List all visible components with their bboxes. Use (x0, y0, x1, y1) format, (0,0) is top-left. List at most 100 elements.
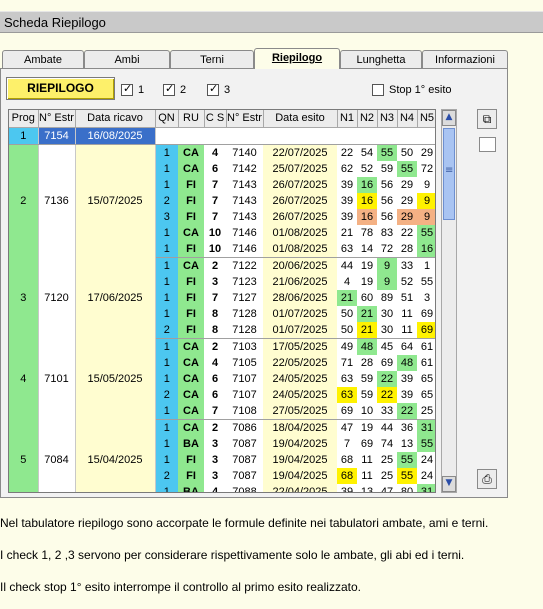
cell-number[interactable]: 49 (337, 338, 357, 355)
cell-ru[interactable]: CA (178, 224, 204, 241)
cell-cs[interactable]: 4 (204, 354, 226, 371)
cell-number[interactable]: 68 (337, 467, 357, 484)
cell-de[interactable]: 19/04/2025 (263, 435, 337, 452)
cell-ru[interactable]: FI (178, 305, 204, 322)
cell-number[interactable]: 28 (357, 354, 377, 371)
cell-prog[interactable]: 5 (9, 419, 39, 492)
cell-qn[interactable]: 1 (155, 419, 178, 436)
cell-number[interactable]: 9 (417, 192, 435, 209)
check-3[interactable]: 3 (207, 82, 230, 97)
cell-ne[interactable]: 7143 (226, 192, 263, 209)
cell-ne[interactable]: 7088 (226, 483, 263, 492)
cell-number[interactable]: 83 (377, 224, 397, 241)
cell-ru[interactable]: FI (178, 208, 204, 225)
cell-ru[interactable]: FI (178, 451, 204, 468)
cell-cs[interactable]: 2 (204, 257, 226, 274)
cell-qn[interactable]: 2 (155, 321, 178, 339)
cell-cs[interactable]: 4 (204, 483, 226, 492)
checkbox-1[interactable] (121, 82, 133, 96)
cell-number[interactable]: 21 (357, 305, 377, 322)
cell-number[interactable]: 13 (357, 483, 377, 492)
cell-cs[interactable]: 10 (204, 224, 226, 241)
column-header[interactable]: N5 (417, 110, 435, 128)
cell-number[interactable]: 1 (417, 257, 435, 274)
checkbox-3[interactable] (207, 82, 219, 96)
cell-ru[interactable]: CA (178, 370, 204, 387)
cell-number[interactable]: 39 (397, 370, 417, 387)
cell-number[interactable]: 13 (397, 435, 417, 452)
cell-ru[interactable]: CA (178, 419, 204, 436)
cell-number[interactable]: 45 (377, 338, 397, 355)
cell-number[interactable]: 24 (417, 467, 435, 484)
cell-number[interactable]: 22 (377, 370, 397, 387)
cell-number[interactable]: 52 (397, 273, 417, 290)
column-header[interactable]: N° Estr (38, 110, 76, 128)
cell-ne[interactable]: 7122 (226, 257, 263, 274)
cell-empty[interactable] (417, 127, 435, 145)
cell-number[interactable]: 55 (377, 144, 397, 161)
cell-number[interactable]: 19 (357, 257, 377, 274)
cell-qn[interactable]: 1 (155, 483, 178, 492)
cell-number[interactable]: 33 (397, 257, 417, 274)
cell-cs[interactable]: 6 (204, 370, 226, 387)
cell-number[interactable]: 56 (377, 192, 397, 209)
cell-qn[interactable]: 1 (155, 305, 178, 322)
cell-qn[interactable]: 1 (155, 273, 178, 290)
cell-cs[interactable]: 3 (204, 273, 226, 290)
cell-ne[interactable]: 7140 (226, 144, 263, 161)
cell-number[interactable]: 16 (357, 176, 377, 193)
cell-data[interactable]: 15/04/2025 (75, 419, 156, 492)
cell-de[interactable]: 27/05/2025 (263, 402, 337, 420)
tab-ambi[interactable]: Ambi (84, 50, 170, 69)
printer-icon[interactable]: ⎙ (477, 469, 497, 489)
cell-number[interactable]: 61 (417, 354, 435, 371)
cell-number[interactable]: 39 (337, 176, 357, 193)
cell-number[interactable]: 50 (337, 305, 357, 322)
cell-number[interactable]: 47 (377, 483, 397, 492)
cell-ru[interactable]: FI (178, 240, 204, 258)
cell-cs[interactable]: 6 (204, 160, 226, 177)
cell-ne[interactable]: 7086 (226, 419, 263, 436)
cell-empty[interactable] (178, 127, 204, 145)
cell-cs[interactable]: 8 (204, 321, 226, 339)
cell-data[interactable]: 17/06/2025 (75, 257, 156, 338)
cell-de[interactable]: 26/07/2025 (263, 208, 337, 225)
cell-number[interactable]: 78 (357, 224, 377, 241)
table-row[interactable]: 4 7101 15/05/2025 1 CA 2 7103 17/05/2025 49 48 45 6… (9, 338, 435, 419)
cell-qn[interactable]: 1 (155, 144, 178, 161)
cell-number[interactable]: 3 (417, 289, 435, 306)
cell-ne[interactable]: 7146 (226, 224, 263, 241)
cell-qn[interactable]: 2 (155, 386, 178, 403)
cell-number[interactable]: 9 (377, 273, 397, 290)
cell-empty[interactable] (357, 127, 377, 145)
cell-qn[interactable]: 1 (155, 338, 178, 355)
cell-ru[interactable]: BA (178, 435, 204, 452)
cell-number[interactable]: 48 (397, 354, 417, 371)
cell-number[interactable]: 59 (357, 370, 377, 387)
cell-number[interactable]: 69 (377, 354, 397, 371)
cell-ne[interactable]: 7128 (226, 321, 263, 339)
cell-prog[interactable]: 2 (9, 144, 39, 257)
cell-number[interactable]: 74 (377, 435, 397, 452)
cell-de[interactable]: 24/05/2025 (263, 370, 337, 387)
cell-number[interactable]: 19 (357, 419, 377, 436)
vertical-scrollbar[interactable]: ▲ ▼ (441, 109, 457, 493)
cell-data[interactable]: 15/07/2025 (75, 144, 156, 257)
tab-riepilogo[interactable]: Riepilogo (254, 48, 340, 69)
cell-de[interactable]: 22/04/2025 (263, 483, 337, 492)
cell-ru[interactable]: FI (178, 321, 204, 339)
cell-ne[interactable]: 7107 (226, 370, 263, 387)
cell-number[interactable]: 55 (417, 224, 435, 241)
cell-qn[interactable]: 1 (155, 370, 178, 387)
cell-number[interactable]: 44 (337, 257, 357, 274)
column-header[interactable]: Prog (9, 110, 39, 128)
cell-cs[interactable]: 2 (204, 338, 226, 355)
cell-ru[interactable]: FI (178, 467, 204, 484)
cell-number[interactable]: 25 (377, 467, 397, 484)
cell-empty[interactable] (204, 127, 226, 145)
cell-de[interactable]: 01/07/2025 (263, 321, 337, 339)
cell-number[interactable]: 59 (357, 386, 377, 403)
cell-de[interactable]: 01/08/2025 (263, 240, 337, 258)
cell-estr[interactable]: 7136 (38, 144, 76, 257)
cell-number[interactable]: 16 (417, 240, 435, 258)
